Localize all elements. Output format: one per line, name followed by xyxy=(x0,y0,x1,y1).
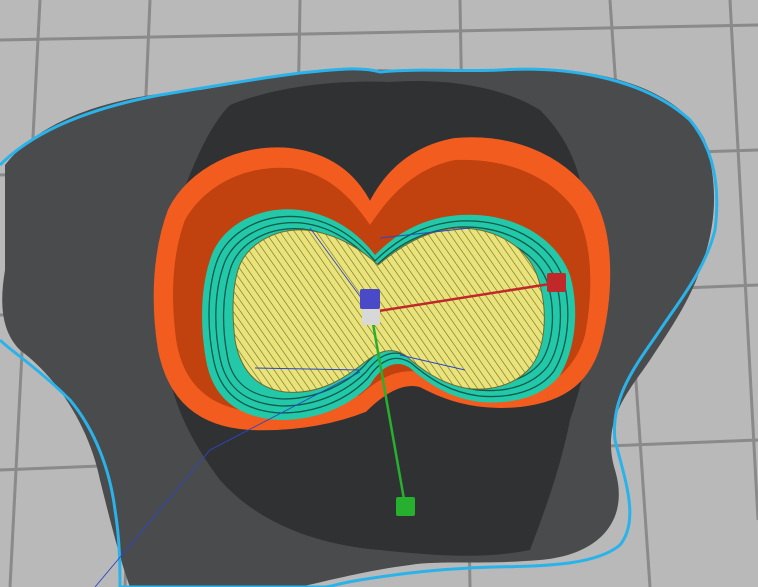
scene-canvas[interactable] xyxy=(0,0,758,587)
gizmo-z-handle[interactable] xyxy=(360,289,380,309)
gizmo-x-handle[interactable] xyxy=(547,273,566,292)
3d-viewport[interactable] xyxy=(0,0,758,587)
gizmo-center-handle[interactable] xyxy=(362,309,380,325)
gizmo-y-handle[interactable] xyxy=(396,497,415,516)
grid-line xyxy=(0,23,758,42)
